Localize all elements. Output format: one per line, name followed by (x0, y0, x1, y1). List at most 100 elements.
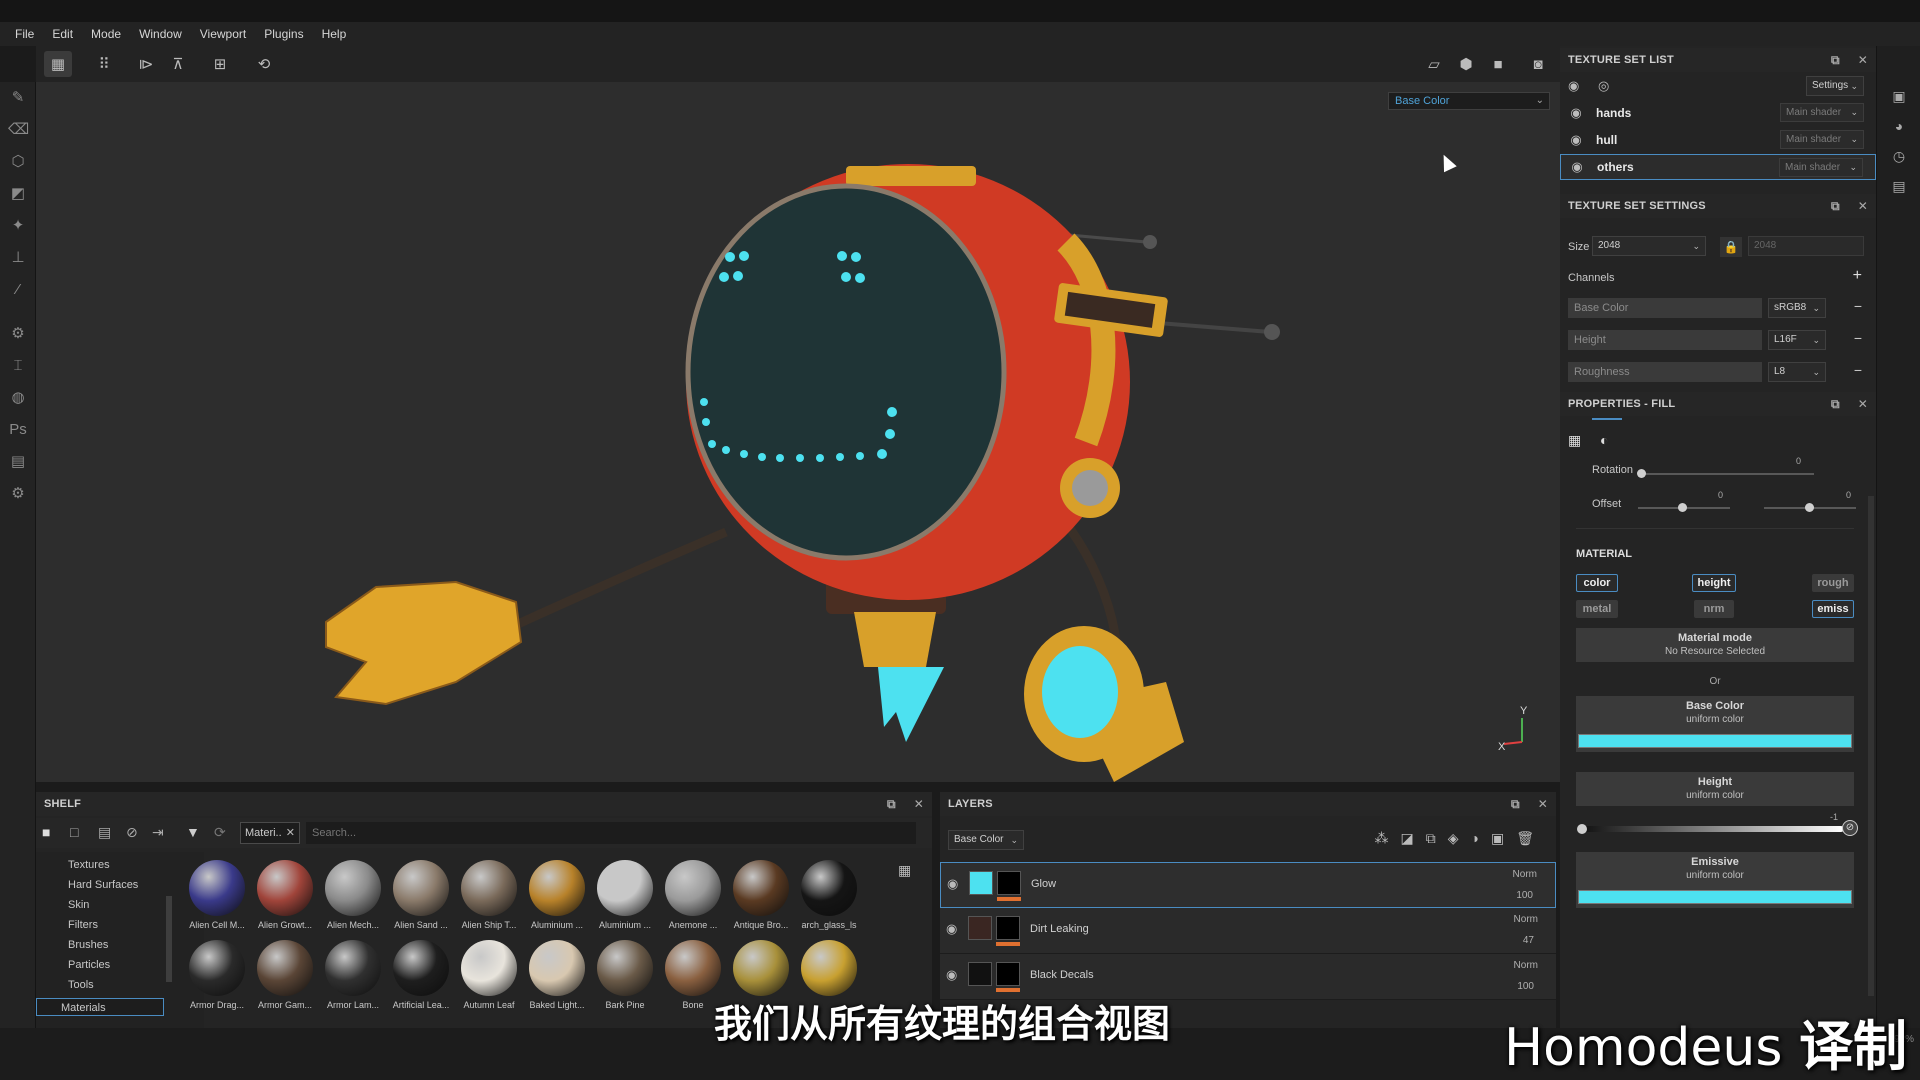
smart-material-icon[interactable]: ◑ (1471, 830, 1491, 846)
mirror-x-icon[interactable]: ⧐ (132, 51, 160, 77)
material-height-button[interactable]: height (1692, 574, 1736, 592)
hide-icon[interactable]: ⊘ (126, 824, 138, 841)
layer-row[interactable]: ◉ Glow Norm 100 (940, 862, 1556, 908)
menu-mode[interactable]: Mode (82, 27, 130, 41)
shader-settings-icon[interactable]: ◕ (1889, 116, 1909, 136)
polygon-fill-icon[interactable]: ◩ (8, 184, 28, 204)
material-tile[interactable]: Alien Cell M... (184, 858, 250, 938)
fill-tab-icon[interactable]: ▦ (1568, 432, 1581, 449)
layer-mask-thumb[interactable] (996, 962, 1020, 986)
layer-color-thumb[interactable] (968, 916, 992, 940)
remove-channel-icon[interactable]: − (1854, 298, 1862, 314)
material-tile[interactable]: Aluminium ... (592, 858, 658, 938)
remove-channel-icon[interactable]: − (1854, 362, 1862, 378)
close-icon[interactable]: ✕ (914, 797, 924, 811)
rotation-slider[interactable] (1640, 473, 1814, 475)
menu-help[interactable]: Help (313, 27, 356, 41)
category-tools[interactable]: Tools (62, 976, 192, 994)
layer-opacity[interactable]: 100 (1516, 890, 1533, 901)
material-tile[interactable]: Armor Lam... (320, 938, 386, 1018)
add-layer-icon[interactable]: ⧉ (1426, 830, 1448, 846)
shader-dropdown[interactable]: Main shader ⌄ (1780, 130, 1864, 149)
material-tile[interactable]: Autumn Leaf (456, 938, 522, 1018)
document-icon[interactable]: ▤ (8, 452, 28, 472)
screenshot-icon[interactable]: ◙ (1524, 51, 1552, 77)
layer-blend-mode[interactable]: Norm (1514, 914, 1538, 925)
layer-mask-thumb[interactable] (997, 871, 1021, 895)
shader-dropdown[interactable]: Main shader ⌄ (1779, 158, 1863, 177)
material-tile[interactable]: Alien Mech... (320, 858, 386, 938)
category-filters[interactable]: Filters (62, 916, 192, 934)
material-color-button[interactable]: color (1576, 574, 1618, 592)
filter-tag[interactable]: Materi.. ✕ (240, 822, 300, 844)
material-tile[interactable]: Armor Gam... (252, 938, 318, 1018)
library-icon[interactable]: ▤ (98, 824, 111, 841)
bake-icon[interactable]: ⚙ (8, 324, 28, 344)
smudge-icon[interactable]: ✦ (8, 216, 28, 236)
eye-toggle-icon[interactable]: ◉ (1568, 78, 1579, 94)
category-materials[interactable]: Materials (36, 998, 164, 1016)
layer-opacity[interactable]: 47 (1523, 935, 1534, 946)
maximize-icon[interactable]: ⧉ (1511, 797, 1520, 811)
shelf-search-input[interactable] (306, 822, 916, 844)
texture-set-hull[interactable]: ◉ hull Main shader ⌄ (1560, 127, 1876, 153)
layer-color-thumb[interactable] (969, 871, 993, 895)
maximize-icon[interactable]: ⧉ (1831, 397, 1840, 411)
menu-window[interactable]: Window (130, 27, 191, 41)
close-icon[interactable]: ✕ (1858, 199, 1868, 213)
tsl-settings-dropdown[interactable]: Settings ⌄ (1806, 76, 1864, 96)
eye-icon[interactable]: ◉ (1566, 105, 1586, 121)
material-nrm-button[interactable]: nrm (1694, 600, 1734, 618)
close-icon[interactable]: ✕ (1858, 397, 1868, 411)
material-tile[interactable]: Antique Bro... (728, 858, 794, 938)
eye-icon[interactable]: ◉ (947, 876, 958, 892)
export-icon[interactable]: ⌶ (8, 356, 28, 376)
add-frame-icon[interactable]: ⊞ (206, 51, 234, 77)
history-icon[interactable]: ◷ (1889, 146, 1909, 166)
material-tab-icon[interactable]: ◐ (1600, 432, 1608, 448)
color-picker-icon[interactable]: ⁄ (8, 280, 28, 300)
projection-icon[interactable]: ⬡ (8, 152, 28, 172)
layer-blend-mode[interactable]: Norm (1514, 960, 1538, 971)
layer-opacity[interactable]: 100 (1517, 981, 1534, 992)
reset-icon[interactable]: ⊘ (1842, 820, 1858, 836)
paint-brush-icon[interactable]: ✎ (8, 88, 28, 108)
clone-stamp-icon[interactable]: ⊥ (8, 248, 28, 268)
eraser-icon[interactable]: ⌫ (8, 120, 29, 140)
material-emiss-button[interactable]: emiss (1812, 600, 1854, 618)
photoshop-icon[interactable]: Ps (8, 420, 28, 440)
height-box[interactable]: Height uniform color (1576, 772, 1854, 806)
category-brushes[interactable]: Brushes (62, 936, 192, 954)
settings-icon[interactable]: ⚙ (8, 484, 28, 504)
material-tile[interactable]: Baked Light... (524, 938, 590, 1018)
delete-icon[interactable]: 🗑 (1516, 830, 1546, 846)
material-rough-button[interactable]: rough (1812, 574, 1854, 592)
size-dropdown[interactable]: 2048 ⌄ (1592, 236, 1706, 256)
category-scrollbar[interactable] (166, 896, 172, 982)
maximize-icon[interactable]: ⧉ (1831, 199, 1840, 213)
lock-icon[interactable]: 🔒 (1720, 237, 1742, 257)
rotation-slider-knob[interactable] (1637, 469, 1646, 478)
add-effect-icon[interactable]: ⁂ (1375, 830, 1401, 846)
filter-icon[interactable]: ▼ (186, 824, 200, 840)
folder-icon[interactable]: ■ (42, 824, 50, 840)
height-slider-knob[interactable] (1577, 824, 1587, 834)
eye-icon[interactable]: ◉ (1567, 159, 1587, 175)
material-tile[interactable]: arch_glass_ls (796, 858, 862, 938)
material-tile[interactable]: Anemone ... (660, 858, 726, 938)
close-icon[interactable]: ✕ (1538, 797, 1548, 811)
menu-file[interactable]: File (6, 27, 43, 41)
eye-icon[interactable]: ◉ (946, 921, 957, 937)
import-icon[interactable]: ⇥ (152, 824, 164, 841)
material-tile[interactable]: Alien Sand ... (388, 858, 454, 938)
maximize-icon[interactable]: ⧉ (887, 797, 896, 811)
layer-color-thumb[interactable] (968, 962, 992, 986)
menu-plugins[interactable]: Plugins (255, 27, 312, 41)
layers-channel-dropdown[interactable]: Base Color ⌄ (948, 830, 1024, 850)
channel-format-dropdown[interactable]: L8 ⌄ (1768, 362, 1826, 382)
menu-edit[interactable]: Edit (43, 27, 82, 41)
material-tile[interactable]: Artificial Lea... (388, 938, 454, 1018)
log-icon[interactable]: ▤ (1889, 176, 1909, 196)
properties-scrollbar[interactable] (1868, 496, 1874, 996)
channel-format-dropdown[interactable]: L16F ⌄ (1768, 330, 1826, 350)
